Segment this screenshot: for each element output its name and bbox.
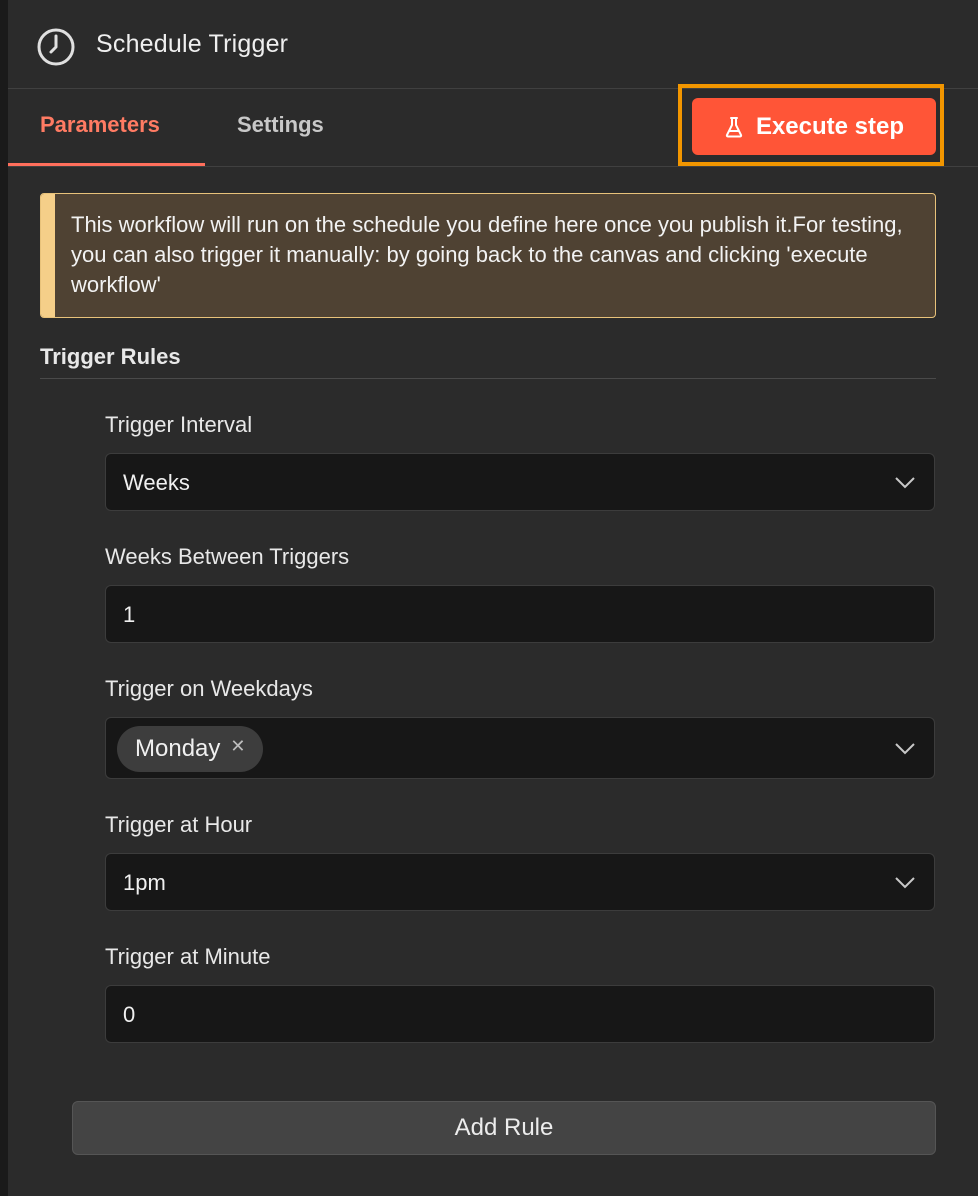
weeks-between-value: 1: [123, 602, 136, 627]
section-divider: [40, 378, 936, 379]
weekdays-label: Trigger on Weekdays: [105, 676, 313, 701]
execute-step-label: Execute step: [755, 112, 905, 140]
trigger-interval-value: Weeks: [123, 470, 190, 495]
panel-title: Schedule Trigger: [96, 30, 289, 58]
notice-accent-bar: [41, 194, 55, 317]
execute-step-button[interactable]: Execute step: [692, 98, 936, 155]
tab-settings[interactable]: Settings: [237, 112, 324, 138]
weekday-chip-label: Monday: [135, 735, 221, 762]
panel-header: Schedule Trigger: [8, 0, 978, 89]
weeks-between-input[interactable]: 1: [105, 585, 935, 643]
flask-icon: [725, 116, 743, 137]
clock-icon: [37, 28, 75, 66]
add-rule-button[interactable]: Add Rule: [72, 1101, 936, 1155]
weekday-chip: Monday ✕: [117, 726, 264, 772]
trigger-minute-label: Trigger at Minute: [105, 944, 271, 969]
trigger-hour-value: 1pm: [123, 870, 166, 895]
chevron-down-icon: [895, 743, 915, 755]
add-rule-label: Add Rule: [454, 1114, 554, 1141]
trigger-hour-label: Trigger at Hour: [105, 812, 253, 837]
tab-parameters[interactable]: Parameters: [40, 112, 160, 138]
trigger-hour-select[interactable]: 1pm: [105, 853, 935, 911]
trigger-rules-heading: Trigger Rules: [40, 344, 181, 369]
trigger-interval-label: Trigger Interval: [105, 412, 253, 437]
active-tab-indicator: [8, 163, 205, 166]
trigger-minute-value: 0: [123, 1002, 136, 1027]
trigger-minute-input[interactable]: 0: [105, 985, 935, 1043]
close-icon[interactable]: ✕: [230, 736, 245, 757]
weekdays-multiselect[interactable]: Monday ✕: [105, 717, 935, 779]
weeks-between-label: Weeks Between Triggers: [105, 544, 350, 569]
schedule-notice: This workflow will run on the schedule y…: [40, 193, 936, 318]
notice-text: This workflow will run on the schedule y…: [71, 212, 903, 297]
chevron-down-icon: [895, 477, 915, 489]
chevron-down-icon: [895, 877, 915, 889]
node-settings-panel: Schedule Trigger Parameters Settings Exe…: [8, 0, 978, 1196]
trigger-interval-select[interactable]: Weeks: [105, 453, 935, 511]
